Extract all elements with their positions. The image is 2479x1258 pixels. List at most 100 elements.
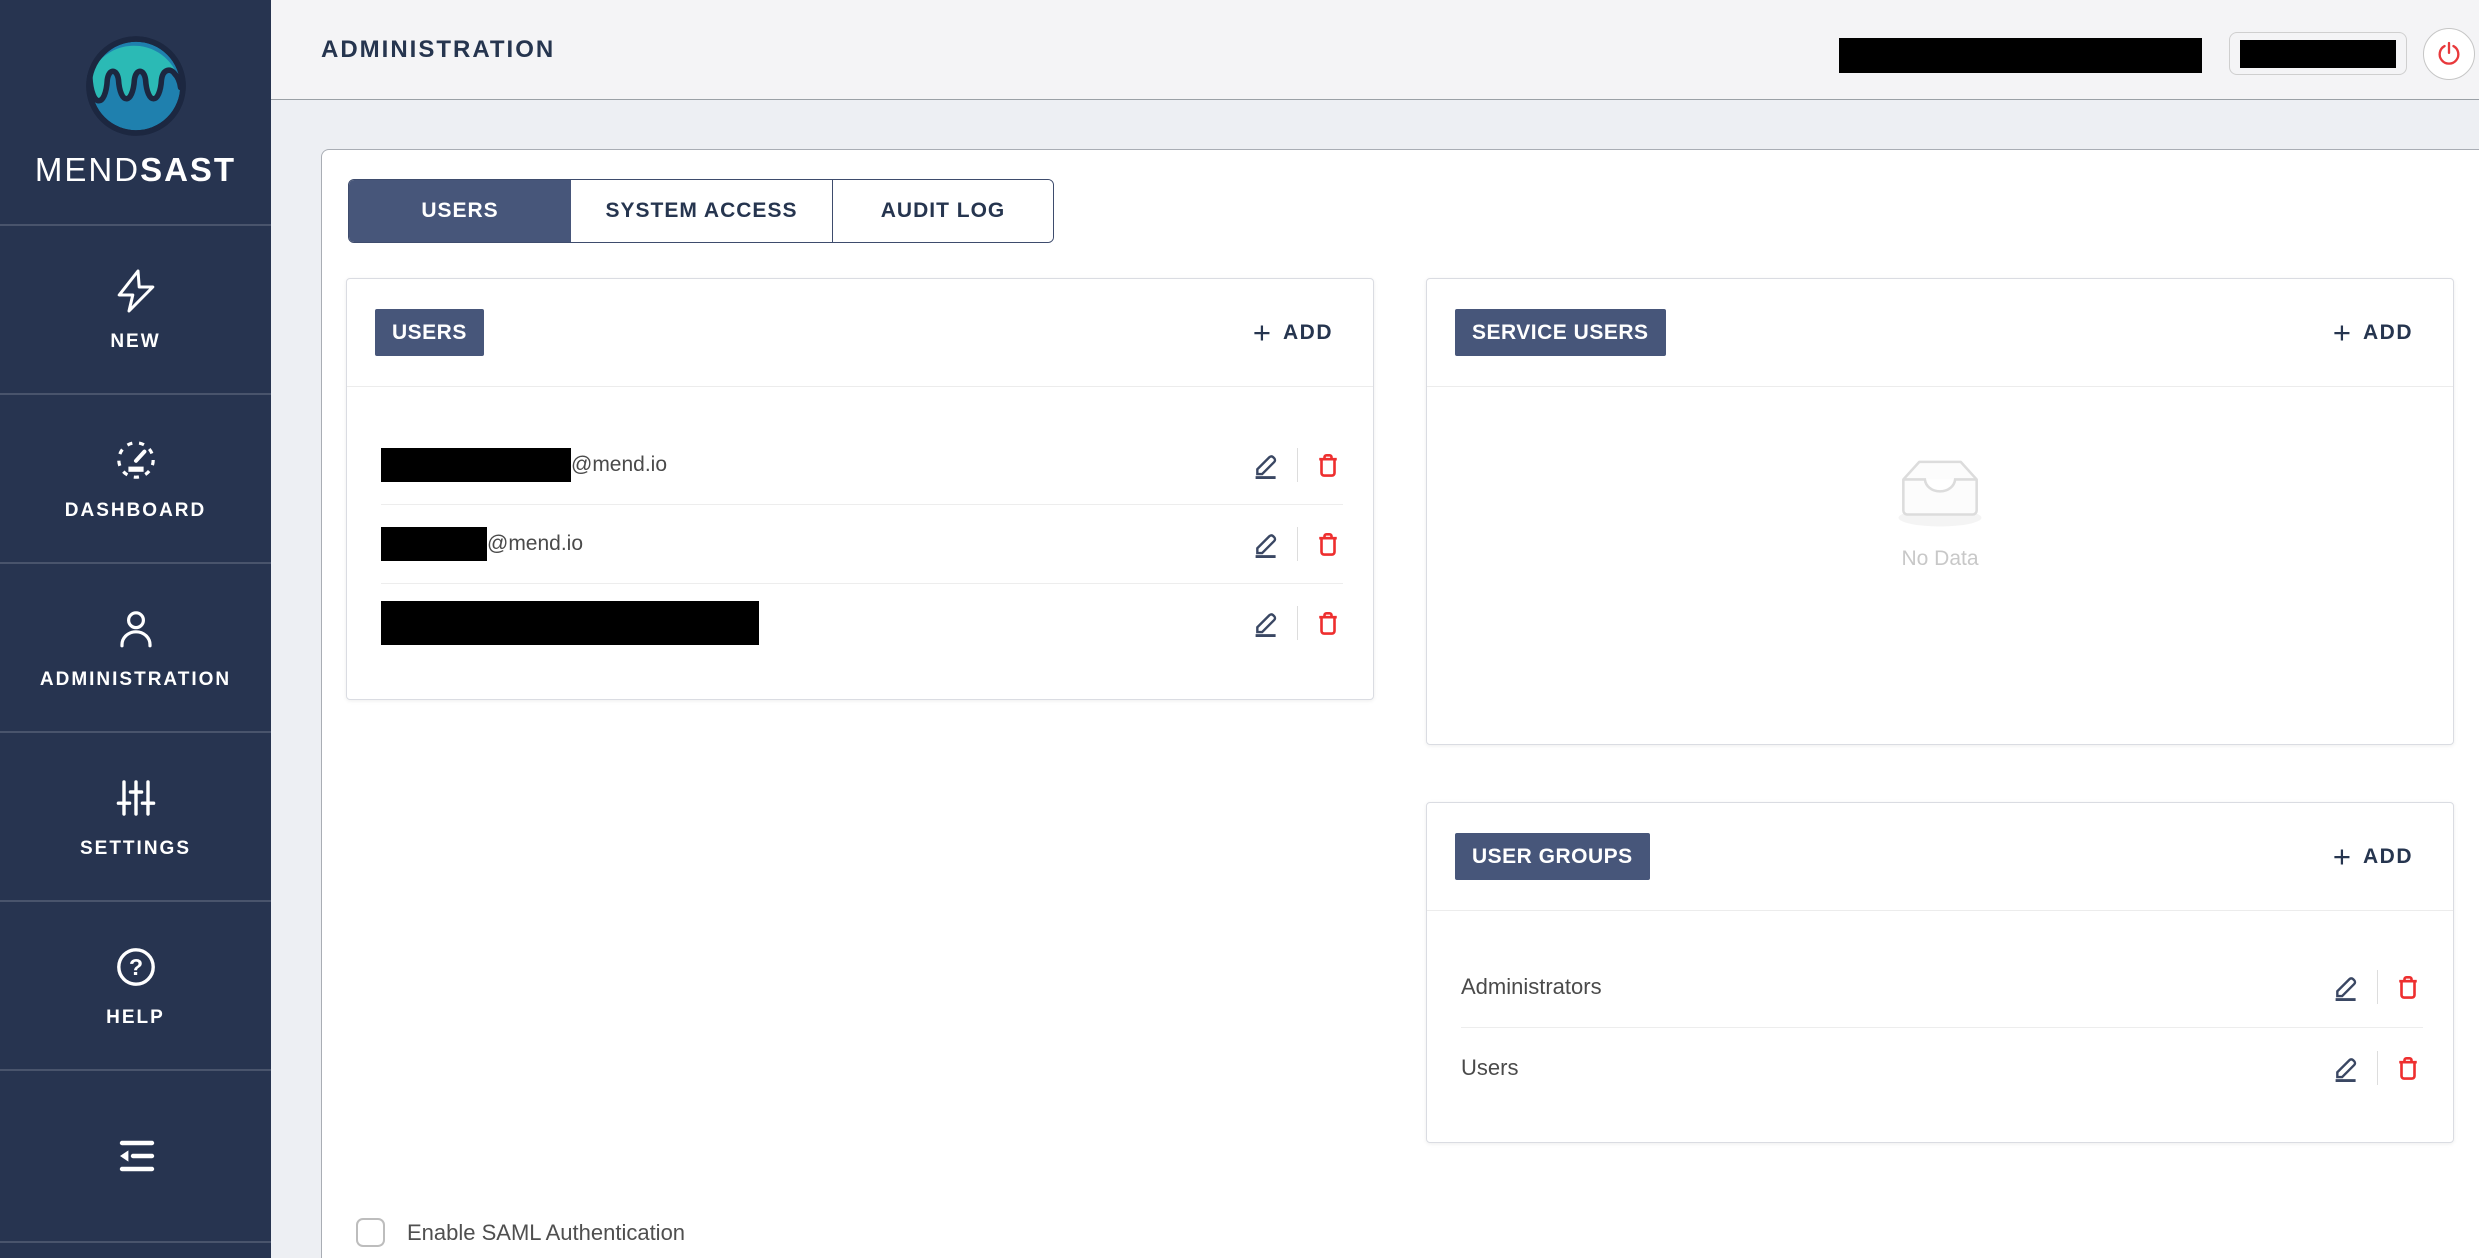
service-users-panel-header: SERVICE USERS + ADD — [1427, 279, 2453, 387]
user-groups-panel-title: USER GROUPS — [1455, 833, 1650, 880]
user-groups-panel: USER GROUPS + ADD Administrators — [1426, 802, 2454, 1143]
edit-pencil-icon — [1250, 607, 1282, 639]
mend-logo-icon — [85, 35, 187, 137]
sliders-icon — [112, 774, 160, 822]
sidebar-item-dashboard[interactable]: DASHBOARD — [0, 395, 271, 564]
users-list: @mend.io @mend.io — [381, 387, 1343, 662]
delete-group-button[interactable] — [2393, 1053, 2423, 1083]
gauge-icon — [112, 436, 160, 484]
person-icon — [112, 605, 160, 653]
brand-logo: MENDSAST — [0, 0, 271, 226]
group-row: Users — [1461, 1027, 2423, 1107]
admin-tabs: USERS SYSTEM ACCESS AUDIT LOG — [348, 179, 1054, 243]
sidebar: MENDSAST NEW DASHBOARD ADMINISTRATION SE… — [0, 0, 271, 1258]
trash-icon — [1313, 608, 1343, 638]
user-row-actions — [1250, 527, 1343, 561]
delete-user-button[interactable] — [1313, 529, 1343, 559]
sidebar-item-settings[interactable]: SETTINGS — [0, 733, 271, 902]
edit-pencil-icon — [2330, 971, 2362, 1003]
user-groups-panel-header: USER GROUPS + ADD — [1427, 803, 2453, 911]
empty-inbox-icon — [1889, 449, 1991, 529]
empty-state: No Data — [1427, 449, 2453, 571]
group-row-actions — [2330, 970, 2423, 1004]
edit-pencil-icon — [1250, 449, 1282, 481]
delete-group-button[interactable] — [2393, 972, 2423, 1002]
add-user-button[interactable]: + ADD — [1253, 317, 1333, 348]
user-email-suffix: @mend.io — [571, 453, 667, 477]
add-user-label: ADD — [1283, 321, 1333, 345]
edit-user-button[interactable] — [1250, 449, 1282, 481]
sidebar-item-label: NEW — [110, 331, 160, 353]
trash-icon — [2393, 972, 2423, 1002]
redacted-user-email — [381, 527, 487, 561]
sidebar-item-new[interactable]: NEW — [0, 226, 271, 395]
delete-user-button[interactable] — [1313, 450, 1343, 480]
edit-user-button[interactable] — [1250, 607, 1282, 639]
user-email-suffix: @mend.io — [487, 532, 583, 556]
group-row-actions — [2330, 1051, 2423, 1085]
svg-text:?: ? — [128, 954, 142, 980]
user-email — [381, 601, 759, 645]
tab-system-access[interactable]: SYSTEM ACCESS — [571, 180, 832, 242]
saml-auth-row: Enable SAML Authentication — [356, 1218, 685, 1247]
add-user-group-button[interactable]: + ADD — [2333, 841, 2413, 872]
tab-users[interactable]: USERS — [349, 180, 571, 242]
redacted-user-email — [381, 448, 571, 482]
user-row: @mend.io — [381, 504, 1343, 583]
group-row: Administrators — [1461, 947, 2423, 1027]
sidebar-item-label: ADMINISTRATION — [40, 669, 231, 691]
edit-group-button[interactable] — [2330, 1052, 2362, 1084]
trash-icon — [2393, 1053, 2423, 1083]
trash-icon — [1313, 450, 1343, 480]
logout-button[interactable] — [2423, 28, 2475, 80]
page-title: ADMINISTRATION — [321, 0, 555, 100]
user-email: @mend.io — [381, 448, 667, 482]
user-row-actions — [1250, 448, 1343, 482]
add-user-group-label: ADD — [2363, 845, 2413, 869]
brand-name-bold: SAST — [140, 151, 236, 188]
edit-pencil-icon — [2330, 1052, 2362, 1084]
plus-icon: + — [2333, 841, 2351, 872]
user-groups-list: Administrators Users — [1461, 911, 2423, 1107]
add-service-user-label: ADD — [2363, 321, 2413, 345]
sidebar-collapse-button[interactable] — [0, 1071, 271, 1243]
user-row — [381, 583, 1343, 662]
add-service-user-button[interactable]: + ADD — [2333, 317, 2413, 348]
user-row: @mend.io — [381, 425, 1343, 504]
brand-name: MENDSAST — [35, 151, 236, 189]
redacted-account-name — [1839, 38, 2202, 73]
plus-icon: + — [2333, 317, 2351, 348]
user-email: @mend.io — [381, 527, 583, 561]
menu-fold-icon — [112, 1132, 160, 1180]
brand-name-light: MEND — [35, 151, 140, 188]
sidebar-item-label: SETTINGS — [80, 838, 191, 860]
action-divider — [1297, 527, 1298, 561]
delete-user-button[interactable] — [1313, 608, 1343, 638]
plus-icon: + — [1253, 317, 1271, 348]
redacted-user-name — [2240, 40, 2396, 68]
user-menu-dropdown[interactable] — [2229, 32, 2407, 75]
sidebar-item-help[interactable]: ? HELP — [0, 902, 271, 1071]
sidebar-item-label: HELP — [106, 1007, 165, 1029]
action-divider — [2377, 970, 2378, 1004]
group-name: Users — [1461, 1055, 1518, 1081]
edit-user-button[interactable] — [1250, 528, 1282, 560]
edit-group-button[interactable] — [2330, 971, 2362, 1003]
sidebar-item-administration[interactable]: ADMINISTRATION — [0, 564, 271, 733]
lightning-icon — [112, 267, 160, 315]
sidebar-item-label: DASHBOARD — [65, 500, 207, 522]
service-users-panel: SERVICE USERS + ADD No Data — [1426, 278, 2454, 745]
no-data-text: No Data — [1901, 547, 1978, 571]
trash-icon — [1313, 529, 1343, 559]
action-divider — [2377, 1051, 2378, 1085]
tab-audit-log[interactable]: AUDIT LOG — [832, 180, 1053, 242]
saml-checkbox-label: Enable SAML Authentication — [407, 1220, 685, 1246]
action-divider — [1297, 448, 1298, 482]
service-users-panel-title: SERVICE USERS — [1455, 309, 1666, 356]
saml-checkbox[interactable] — [356, 1218, 385, 1247]
action-divider — [1297, 606, 1298, 640]
group-name: Administrators — [1461, 974, 1602, 1000]
app-root: MENDSAST NEW DASHBOARD ADMINISTRATION SE… — [0, 0, 2479, 1258]
power-icon — [2435, 40, 2463, 68]
edit-pencil-icon — [1250, 528, 1282, 560]
